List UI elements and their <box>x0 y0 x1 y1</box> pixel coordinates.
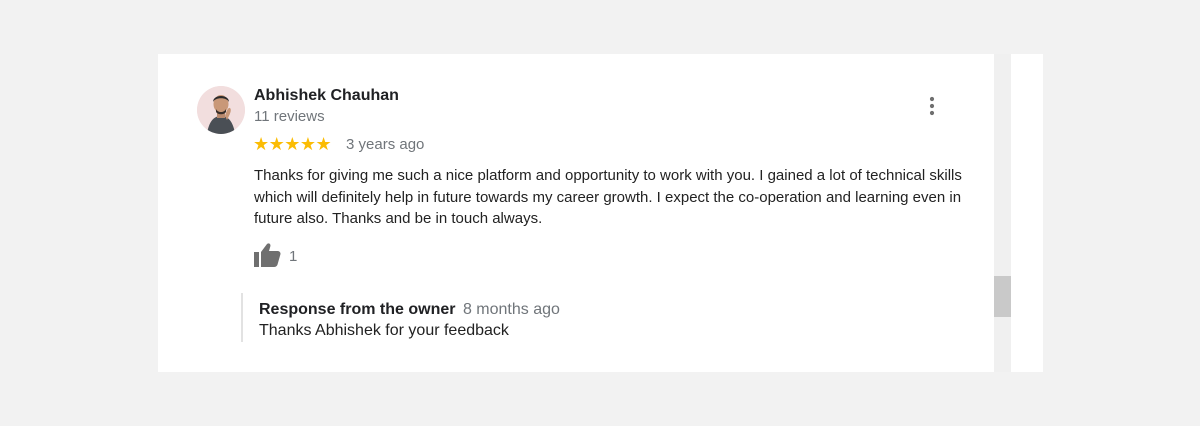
like-count: 1 <box>289 248 298 265</box>
star-rating: ★★★★★ <box>253 134 332 154</box>
owner-response-time: 8 months ago <box>462 301 560 318</box>
owner-response: Response from the owner 8 months ago Tha… <box>241 293 560 342</box>
scrollbar-thumb[interactable] <box>994 276 1011 317</box>
owner-response-title: Response from the owner <box>259 301 456 318</box>
avatar[interactable] <box>197 86 245 134</box>
reviewer-review-count: 11 reviews <box>254 108 325 125</box>
reviewer-name[interactable]: Abhishek Chauhan <box>254 87 399 105</box>
more-options-button[interactable] <box>922 94 942 118</box>
review-text: Thanks for giving me such a nice platfor… <box>254 167 962 227</box>
avatar-image <box>197 86 245 134</box>
owner-response-text: Thanks Abhishek for your feedback <box>259 322 509 339</box>
scrollbar-track[interactable] <box>994 54 1011 372</box>
like-button[interactable] <box>253 242 281 268</box>
more-vert-icon <box>929 96 935 116</box>
review-time: 3 years ago <box>346 136 425 153</box>
thumbs-up-icon <box>254 243 281 267</box>
